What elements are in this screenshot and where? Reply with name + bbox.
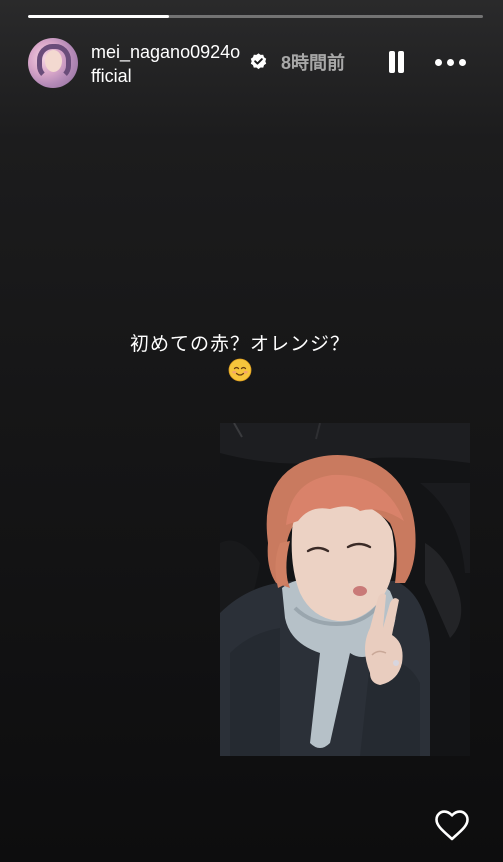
more-horizontal-icon bbox=[435, 59, 442, 66]
more-options-button[interactable] bbox=[433, 52, 469, 74]
smiling-face-icon bbox=[228, 358, 252, 382]
more-dot bbox=[447, 59, 454, 66]
story-timestamp: 8時間前 bbox=[281, 53, 346, 73]
story-photo bbox=[220, 423, 470, 756]
story-progress-bar bbox=[28, 15, 483, 18]
avatar-face bbox=[45, 50, 62, 72]
avatar[interactable] bbox=[28, 38, 78, 88]
story-header: mei_nagano0924official 8時間前 bbox=[28, 38, 483, 90]
more-dot bbox=[459, 59, 466, 66]
pause-icon-bar bbox=[398, 51, 404, 73]
caption-text: 初めての赤？オレンジ？ bbox=[129, 334, 350, 355]
story-caption: 初めての赤？オレンジ？ bbox=[60, 332, 420, 382]
pause-icon bbox=[389, 51, 395, 73]
selfie-photo bbox=[220, 423, 470, 756]
pause-button[interactable] bbox=[383, 50, 409, 76]
verified-badge-icon bbox=[250, 53, 267, 70]
username[interactable]: mei_nagano0924official bbox=[91, 40, 241, 88]
heart-outline-icon[interactable] bbox=[432, 806, 472, 846]
story-viewer: mei_nagano0924official 8時間前 初めての赤？オレンジ？ bbox=[0, 0, 503, 862]
story-progress-fill bbox=[28, 15, 170, 18]
